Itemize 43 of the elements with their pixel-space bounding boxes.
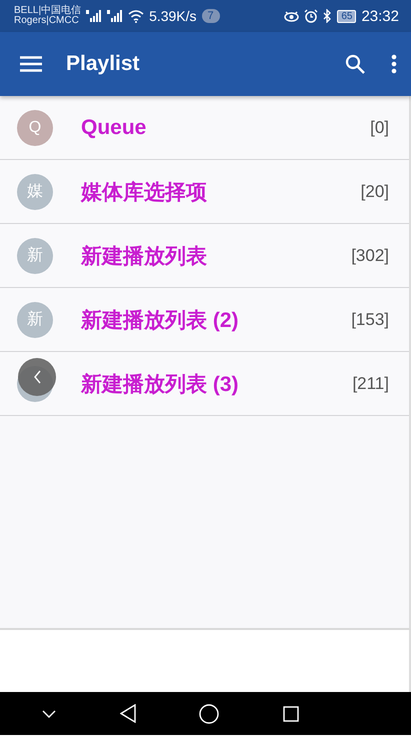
signal-icon (86, 10, 102, 22)
menu-button[interactable] (20, 56, 42, 72)
playlist-name: Queue (81, 116, 148, 140)
alarm-icon (304, 9, 318, 23)
playlist-name: 媒体库选择项 (81, 180, 208, 206)
playlist-name: 新建播放列表 (3) (81, 372, 240, 398)
avatar: 媒 (17, 174, 53, 210)
search-icon (345, 54, 365, 74)
back-triangle-icon (120, 704, 136, 723)
recents-button[interactable] (283, 706, 300, 722)
track-count: [0] (370, 118, 389, 138)
chevron-down-icon (42, 710, 56, 718)
more-icon (391, 54, 397, 74)
network-speed: 5.39K/s (149, 8, 197, 24)
menu-icon (20, 56, 42, 72)
search-button[interactable] (345, 54, 365, 74)
avatar: 新 (17, 238, 53, 274)
clock-time: 23:32 (361, 8, 399, 24)
track-count: [153] (351, 310, 389, 330)
screen-title: Playlist (66, 52, 141, 76)
back-icon (32, 370, 42, 384)
playlist-name: 新建播放列表 (81, 244, 208, 270)
track-count: [302] (351, 246, 389, 266)
more-options-button[interactable] (391, 54, 397, 74)
back-button[interactable] (120, 704, 136, 723)
carrier-name: BELL|中国电信 (14, 6, 82, 16)
eye-icon (284, 10, 300, 22)
collapse-nav-button[interactable] (42, 710, 56, 718)
wifi-icon (128, 10, 144, 22)
bluetooth-icon (323, 9, 332, 23)
carrier-name: Rogers|CMCC (14, 16, 80, 26)
notification-count: 7 (202, 9, 220, 23)
recents-square-icon (283, 706, 300, 722)
playlist-name: 新建播放列表 (2) (81, 308, 240, 334)
track-count: [20] (360, 182, 389, 202)
signal-icon (107, 10, 124, 22)
avatar: 新 (17, 302, 53, 338)
home-circle-icon (199, 704, 220, 724)
avatar: Q (17, 110, 53, 146)
home-button[interactable] (199, 704, 220, 724)
battery-level: 65 (337, 10, 356, 22)
track-count: [211] (352, 374, 389, 394)
floating-back-button[interactable] (18, 358, 56, 396)
